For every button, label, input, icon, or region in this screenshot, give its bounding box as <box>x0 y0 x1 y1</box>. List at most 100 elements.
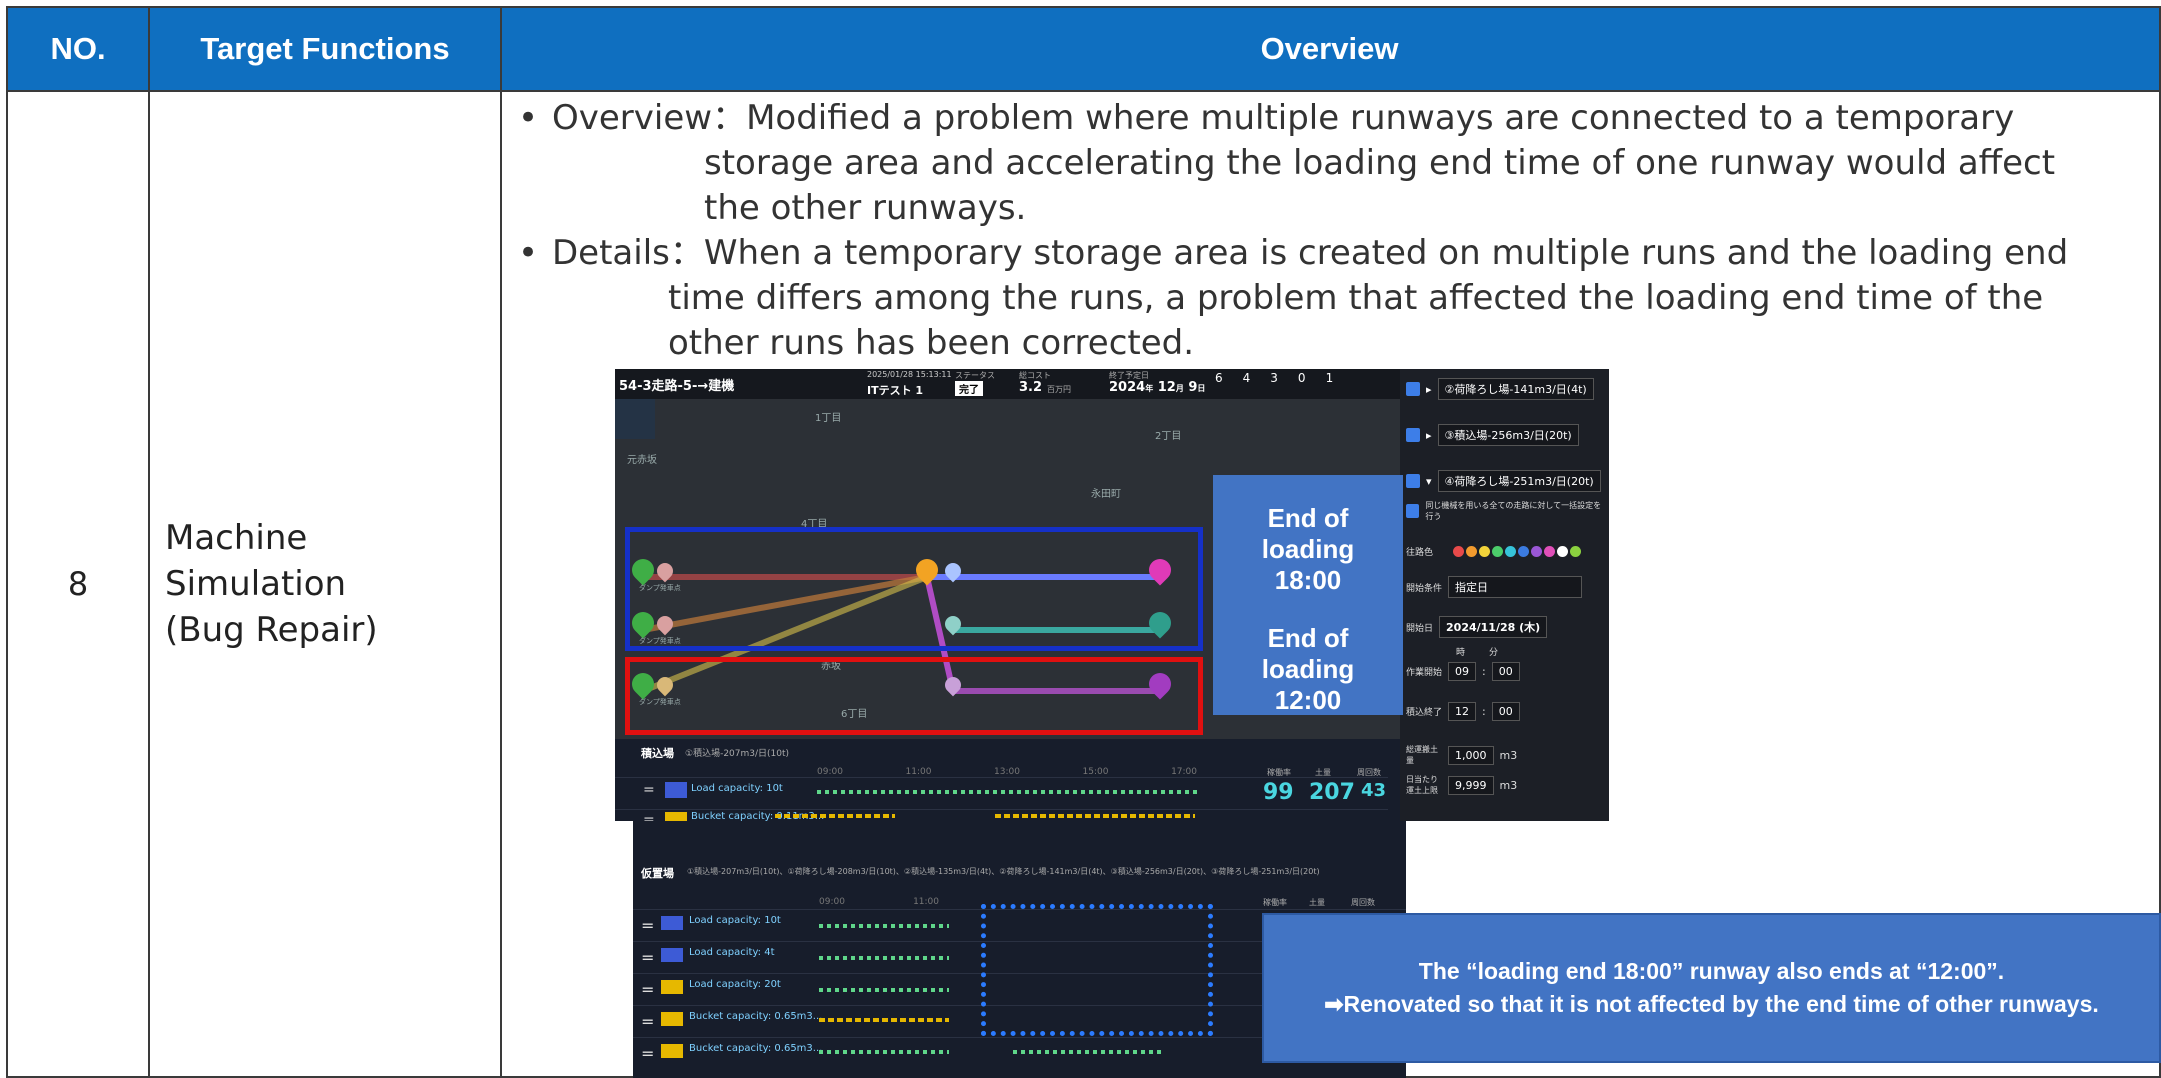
time-tick: 09:00 <box>819 897 845 907</box>
color-swatch[interactable] <box>1466 545 1478 557</box>
color-swatch[interactable] <box>1453 545 1465 557</box>
overview-label: Overview： <box>552 98 747 138</box>
status-label: ステータス <box>955 371 995 380</box>
time-axis: 09:00 11:00 13:00 15:00 17:00 <box>817 767 1197 777</box>
blue-highlight-frame <box>625 527 1203 651</box>
unit-label: m3 <box>1499 778 1518 792</box>
checkbox[interactable] <box>1406 428 1420 442</box>
route-item[interactable]: ▸ ③積込場-256m3/日(20t) <box>1406 423 1579 447</box>
map-label: 1丁目 <box>815 413 842 424</box>
loading-title: 積込場 <box>641 747 674 760</box>
load-end-row: 積込終了 12: 00 <box>1406 699 1520 723</box>
count-truck: 6 <box>1215 371 1223 385</box>
color-swatch[interactable] <box>1479 545 1491 557</box>
map-label: 2丁目 <box>1155 431 1182 442</box>
work-start-hour[interactable]: 09 <box>1448 661 1477 681</box>
details-label: Details： <box>552 233 704 273</box>
drag-handle-icon[interactable]: = <box>641 1012 654 1031</box>
dotted-highlight-frame <box>981 904 1213 1036</box>
simulation-screenshot: 54-3走路-5-→建機 2025/01/28 15:13:11 ITテスト 1… <box>615 369 1609 821</box>
load-end-minute[interactable]: 00 <box>1491 701 1520 721</box>
checkbox[interactable] <box>1406 382 1420 396</box>
water-area <box>615 399 655 439</box>
target-function-line: (Bug Repair) <box>165 610 378 650</box>
color-swatch[interactable] <box>1544 545 1556 557</box>
load-end-hour[interactable]: 12 <box>1448 701 1477 721</box>
column-divider <box>500 8 502 1076</box>
color-swatch[interactable] <box>1570 545 1582 557</box>
target-function-line: Simulation <box>165 564 347 604</box>
truck-icon <box>661 916 683 930</box>
header-no: NO. <box>50 31 106 66</box>
unit-label: m3 <box>1499 748 1518 762</box>
gantt-row[interactable]: = Bucket capacity: 0.11m3... <box>615 809 1388 821</box>
callout-line: 18:00 <box>1274 564 1342 595</box>
daily-input[interactable]: 9,999 <box>1448 775 1494 795</box>
same-machine-option[interactable]: 同じ機械を用いる全ての走路に対して一括設定を行う <box>1406 499 1609 523</box>
drag-handle-icon[interactable]: = <box>641 916 654 935</box>
end-year: 2024 <box>1109 380 1146 395</box>
start-date-input[interactable]: 2024/11/28 (木) <box>1439 616 1548 638</box>
drag-handle-icon[interactable]: = <box>643 782 655 798</box>
storage-subtitle: ①積込場-207m3/日(10t)、①荷降ろし場-208m3/日(10t)、②積… <box>687 867 1320 876</box>
color-swatch[interactable] <box>1492 545 1504 557</box>
start-condition-select[interactable]: 指定日 <box>1448 576 1583 598</box>
drag-handle-icon[interactable]: = <box>643 812 655 821</box>
excavator-icon <box>661 1044 683 1058</box>
route-item[interactable]: ▸ ②荷降ろし場-141m3/日(4t) <box>1406 377 1594 401</box>
bullet-dot: • <box>518 98 539 138</box>
route-item-label[interactable]: ④荷降ろし場-251m3/日(20t) <box>1437 470 1601 492</box>
time-tick: 09:00 <box>817 767 843 777</box>
color-swatch[interactable] <box>1518 545 1530 557</box>
minute-label: 分 <box>1489 647 1499 658</box>
route-item[interactable]: ▾ ④荷降ろし場-251m3/日(20t) <box>1406 469 1601 493</box>
overview-line: the other runways. <box>704 188 1027 228</box>
screenshot-topbar: 54-3走路-5-→建機 2025/01/28 15:13:11 ITテスト 1… <box>615 369 1400 399</box>
gantt-bar <box>817 790 1197 794</box>
total-input[interactable]: 1,000 <box>1448 745 1494 765</box>
total-label: 総運搬土量 <box>1406 745 1438 765</box>
drag-handle-icon[interactable]: = <box>641 980 654 999</box>
work-start-label: 作業開始 <box>1406 667 1443 678</box>
checkbox[interactable] <box>1406 474 1420 488</box>
volume-value: 207 <box>1309 780 1355 805</box>
checkbox[interactable] <box>1406 504 1420 518</box>
color-swatch[interactable] <box>1505 545 1517 557</box>
gantt-bar <box>995 814 1195 818</box>
color-swatch[interactable] <box>1557 545 1569 557</box>
machine-name: Load capacity: 10t <box>691 783 783 794</box>
cost-unit: 百万円 <box>1047 385 1071 394</box>
machine-name: Load capacity: 20t <box>689 979 781 990</box>
time-tick: 11:00 <box>905 767 932 777</box>
machine-name: Bucket capacity: 0.65m3... <box>689 1011 823 1022</box>
count-loader: 3 <box>1270 371 1278 385</box>
start-condition-row: 開始条件 指定日 <box>1406 575 1583 599</box>
settings-panel: ▸ ②荷降ろし場-141m3/日(4t) ▸ ③積込場-256m3/日(20t)… <box>1400 369 1609 821</box>
color-swatch[interactable] <box>1531 545 1543 557</box>
time-tick: 15:00 <box>1082 767 1109 777</box>
truck-icon <box>665 782 687 798</box>
col-header-laps: 周回数 <box>1351 898 1375 907</box>
drag-handle-icon[interactable]: = <box>641 948 654 967</box>
map-label: 永田町 <box>1091 489 1121 500</box>
route-item-label[interactable]: ②荷降ろし場-141m3/日(4t) <box>1437 378 1594 400</box>
count-excavator: 4 <box>1242 371 1251 385</box>
table-header: NO. Target Functions Overview <box>8 8 2159 90</box>
drag-handle-icon[interactable]: = <box>641 1044 654 1063</box>
total-row: 総運搬土量 1,000 m3 <box>1406 743 1517 767</box>
gantt-row[interactable]: = Load capacity: 10t 99 207 43 <box>615 777 1388 810</box>
dump-truck-icon <box>661 980 683 994</box>
load-end-label: 積込終了 <box>1406 707 1443 718</box>
machine-name: Bucket capacity: 0.65m3... <box>689 1043 823 1054</box>
machine-name: Load capacity: 4t <box>689 947 775 958</box>
target-function: Machine Simulation (Bug Repair) <box>165 92 495 1076</box>
color-swatches[interactable] <box>1453 545 1582 557</box>
route-color-label: 往路色 <box>1406 547 1434 558</box>
test-name: ITテスト 1 <box>867 384 924 397</box>
rate-value: 99 <box>1263 780 1294 805</box>
work-start-minute[interactable]: 00 <box>1491 661 1520 681</box>
gantt-bar <box>819 1018 949 1022</box>
overview-line: storage area and accelerating the loadin… <box>704 143 2056 183</box>
route-item-label[interactable]: ③積込場-256m3/日(20t) <box>1437 424 1579 446</box>
column-divider <box>148 8 150 1076</box>
